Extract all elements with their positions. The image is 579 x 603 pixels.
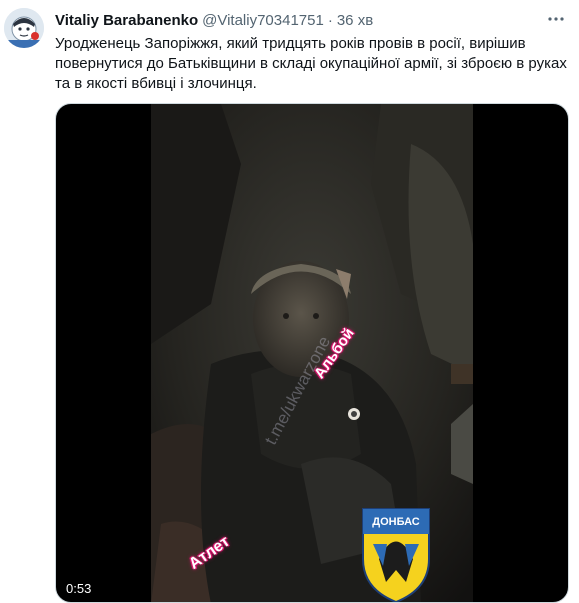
- more-horizontal-icon: [548, 17, 564, 21]
- donbas-emblem: ДОНБАС: [362, 508, 430, 602]
- tweet-text: Уродженець Запоріжжя, який тридцять рокі…: [55, 35, 567, 92]
- video-player[interactable]: ДОНБАС t.me/ukwarzone Альбой Атлет 0:53: [55, 103, 569, 603]
- tweet-header: Vitaliy Barabanenko @Vitaliy70341751 · 3…: [55, 10, 539, 30]
- author-handle[interactable]: @Vitaliy70341751: [202, 12, 324, 29]
- separator-dot: ·: [327, 11, 333, 29]
- tweet-time[interactable]: 36 хв: [337, 12, 373, 29]
- author-name[interactable]: Vitaliy Barabanenko: [55, 12, 198, 29]
- more-options-button[interactable]: [545, 8, 567, 30]
- video-duration: 0:53: [66, 581, 92, 596]
- tweet: Vitaliy Barabanenko @Vitaliy70341751 · 3…: [0, 0, 579, 603]
- avatar[interactable]: [4, 8, 44, 48]
- emblem-text: ДОНБАС: [372, 516, 419, 528]
